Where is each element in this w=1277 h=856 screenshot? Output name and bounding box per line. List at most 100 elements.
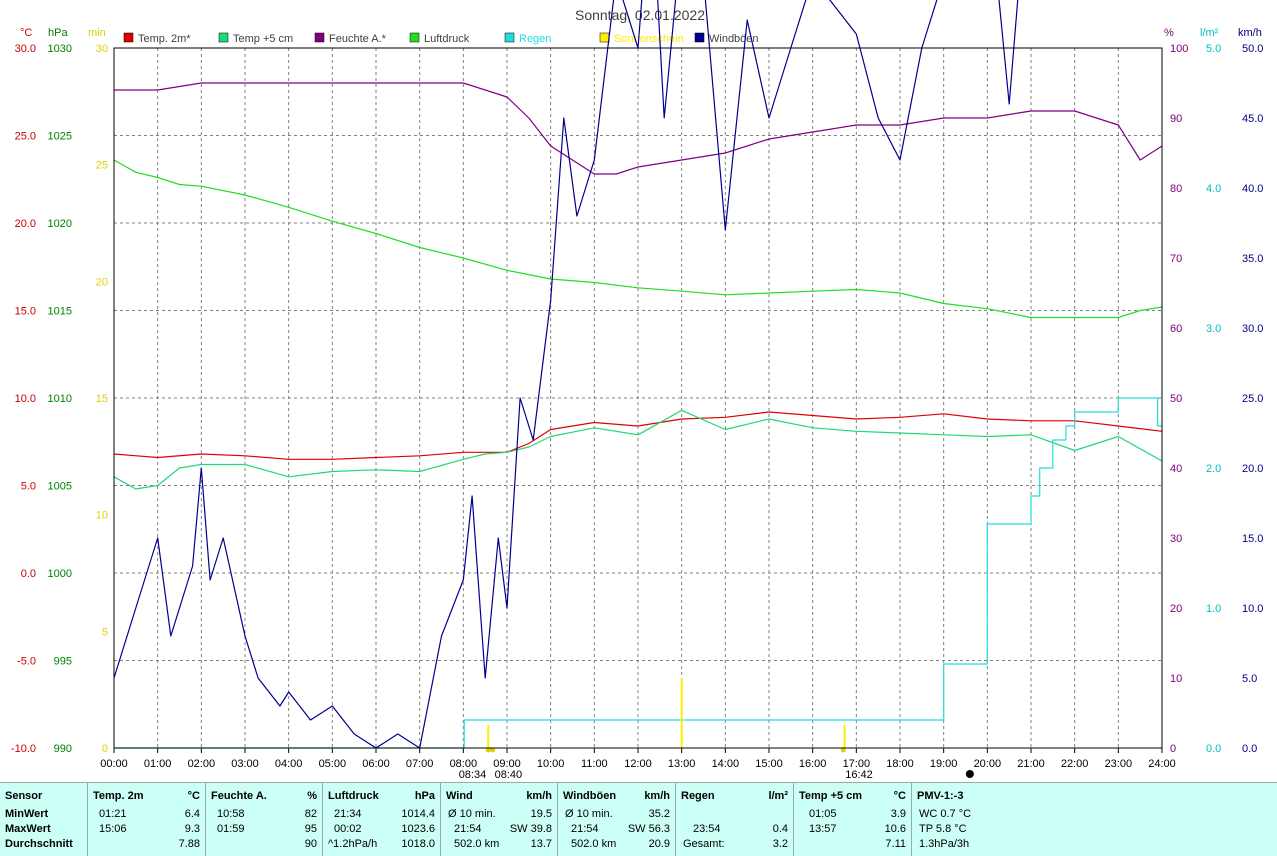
x-tick-label: 19:00 (930, 758, 958, 770)
regen-total-label: Gesamt: (683, 838, 725, 850)
legend-swatch (694, 32, 705, 43)
humidity-axis-tick: 80 (1170, 183, 1182, 195)
rain-axis-tick: 3.0 (1206, 323, 1221, 335)
x-tick-label: 07:00 (406, 758, 434, 770)
x-marker-label: 08:40 (495, 769, 523, 781)
x-tick-label: 12:00 (624, 758, 652, 770)
temp-axis-tick: 30.0 (15, 43, 36, 55)
temp-axis-tick: 0.0 (21, 568, 36, 580)
pressure-axis-tick: 1015 (48, 306, 72, 318)
wind-axis-tick: 25.0 (1242, 393, 1263, 405)
luftdruck-avg-val: 1018.0 (401, 838, 435, 850)
pressure-unit: hPa (48, 27, 68, 39)
windboen-avg-val: 20.9 (648, 838, 670, 850)
temp-axis-tick: -5.0 (17, 656, 36, 668)
feuchte-title: Feuchte A. (211, 790, 267, 802)
feuchte-avg-val: 90 (304, 838, 317, 850)
humidity-axis-tick: 30 (1170, 533, 1182, 545)
maxwert-label: MaxWert (5, 823, 51, 835)
sunshine-axis-tick: 0 (102, 743, 108, 755)
feuchte-min-val: 82 (304, 808, 317, 820)
regen-max-val: 0.4 (772, 823, 788, 835)
x-marker-label: 16:42 (845, 769, 873, 781)
legend-label: Temp +5 cm (233, 33, 293, 45)
temp-unit: °C (20, 27, 32, 39)
luftdruck-trend: ^1.2hPa/h (328, 838, 378, 850)
temp5cm-min-val: 3.9 (890, 808, 906, 820)
pmv-pressure-trend: 1.3hPa/3h (919, 838, 970, 850)
x-tick-label: 20:00 (974, 758, 1002, 770)
legend-swatch (504, 32, 515, 43)
luftdruck-min-time: 21:34 (334, 808, 362, 820)
weather-chart: Sonntag, 02.01.2022 °C hPa min% l/m² km/h Te… (11, 0, 1263, 781)
x-tick-label: 13:00 (668, 758, 696, 770)
stats-regen: Regen l/m² 23:54 0.4 Gesamt: 3.2 (676, 783, 794, 856)
stats-windboen: Windböen km/h Ø 10 min. 35.2 21:54 SW 56.3 … (558, 783, 676, 856)
stats-feuchte: Feuchte A.% 10:58 82 01:59 95 90 (206, 783, 323, 856)
x-tick-label: 23:00 (1105, 758, 1133, 770)
temp2m-min-val: 6.4 (184, 808, 200, 820)
humidity-axis-tick: 70 (1170, 253, 1182, 265)
temp2m-title: Temp. 2m (93, 790, 144, 802)
humidity-axis-tick: 60 (1170, 323, 1182, 335)
sunshine-axis-tick: 5 (102, 626, 108, 638)
rain-axis-tick: 1.0 (1206, 603, 1221, 615)
rain-unit: l/m² (1200, 27, 1219, 39)
legend-label: Feuchte A.* (329, 33, 387, 45)
humidity-axis-tick: 100 (1170, 43, 1188, 55)
wind-axis-tick: 30.0 (1242, 323, 1263, 335)
feuchte-min-time: 10:58 (217, 808, 245, 820)
x-tick-label: 02:00 (188, 758, 216, 770)
rain-axis-tick: 0.0 (1206, 743, 1221, 755)
legend-label: Regen (519, 33, 551, 45)
moon-marker-icon (965, 770, 974, 778)
windboen-title: Windböen (563, 790, 617, 802)
windboen-unit: km/h (644, 790, 670, 802)
temp5cm-max-time: 13:57 (809, 823, 837, 835)
humidity-axis-tick: 40 (1170, 463, 1182, 475)
pmv-title: PMV-1:-3 (917, 790, 964, 802)
stats-wind: Wind km/h Ø 10 min. 19.5 21:54 SW 39.8 502.… (441, 783, 558, 856)
windboen-max-dir: SW 56.3 (627, 823, 670, 835)
stats-temp5cm: Temp +5 cm °C 01:05 3.9 13:57 10.6 7.11 (794, 783, 912, 856)
series-luftdruck (113, 159, 1163, 319)
rain-axis-tick: 5.0 (1206, 43, 1221, 55)
feuchte-unit: % (307, 790, 317, 802)
x-tick-label: 03:00 (231, 758, 259, 770)
wind-axis-tick: 35.0 (1242, 253, 1263, 265)
chart-legend: Temp. 2m* Temp +5 cm Feuchte A.* Luftdruck R… (123, 32, 759, 45)
statistics-panel: Sensor MinWert MaxWert Durchschnitt Temp… (0, 782, 1277, 856)
temp5cm-title: Temp +5 cm (799, 790, 863, 802)
wind-distance: 502.0 km (454, 838, 500, 850)
luftdruck-title: Luftdruck (328, 790, 379, 802)
feuchte-max-time: 01:59 (217, 823, 245, 835)
temp2m-unit: °C (187, 790, 200, 802)
sunshine-axis-tick: 30 (96, 43, 108, 55)
temp-axis-tick: 5.0 (21, 481, 36, 493)
wind-avg10-label: Ø 10 min. (448, 808, 496, 820)
temp5cm-unit: °C (893, 790, 906, 802)
temp-axis-tick: 25.0 (15, 131, 36, 143)
pressure-axis-tick: 995 (54, 656, 72, 668)
legend-swatch (599, 32, 610, 43)
temp5cm-min-time: 01:05 (809, 808, 837, 820)
wind-avg10-val: 19.5 (530, 808, 552, 820)
minwert-label: MinWert (5, 808, 49, 820)
x-tick-label: 22:00 (1061, 758, 1089, 770)
luftdruck-min-val: 1014.4 (401, 808, 435, 820)
chart-grid (114, 48, 1162, 748)
wind-unit: km/h (1238, 27, 1262, 39)
windboen-distance: 502.0 km (571, 838, 617, 850)
x-tick-label: 24:00 (1148, 758, 1176, 770)
temp-axis-tick: -10.0 (11, 743, 36, 755)
temp5cm-max-val: 10.6 (884, 823, 906, 835)
wind-axis-tick: 5.0 (1242, 673, 1257, 685)
windboen-avg10-val: 35.2 (648, 808, 670, 820)
humidity-axis-tick: 0 (1170, 743, 1176, 755)
wind-avg-val: 13.7 (530, 838, 552, 850)
pressure-axis-tick: 990 (54, 743, 72, 755)
x-tick-label: 06:00 (362, 758, 390, 770)
windboen-max-time: 21:54 (571, 823, 599, 835)
wind-axis-tick: 0.0 (1242, 743, 1257, 755)
x-tick-label: 05:00 (319, 758, 347, 770)
